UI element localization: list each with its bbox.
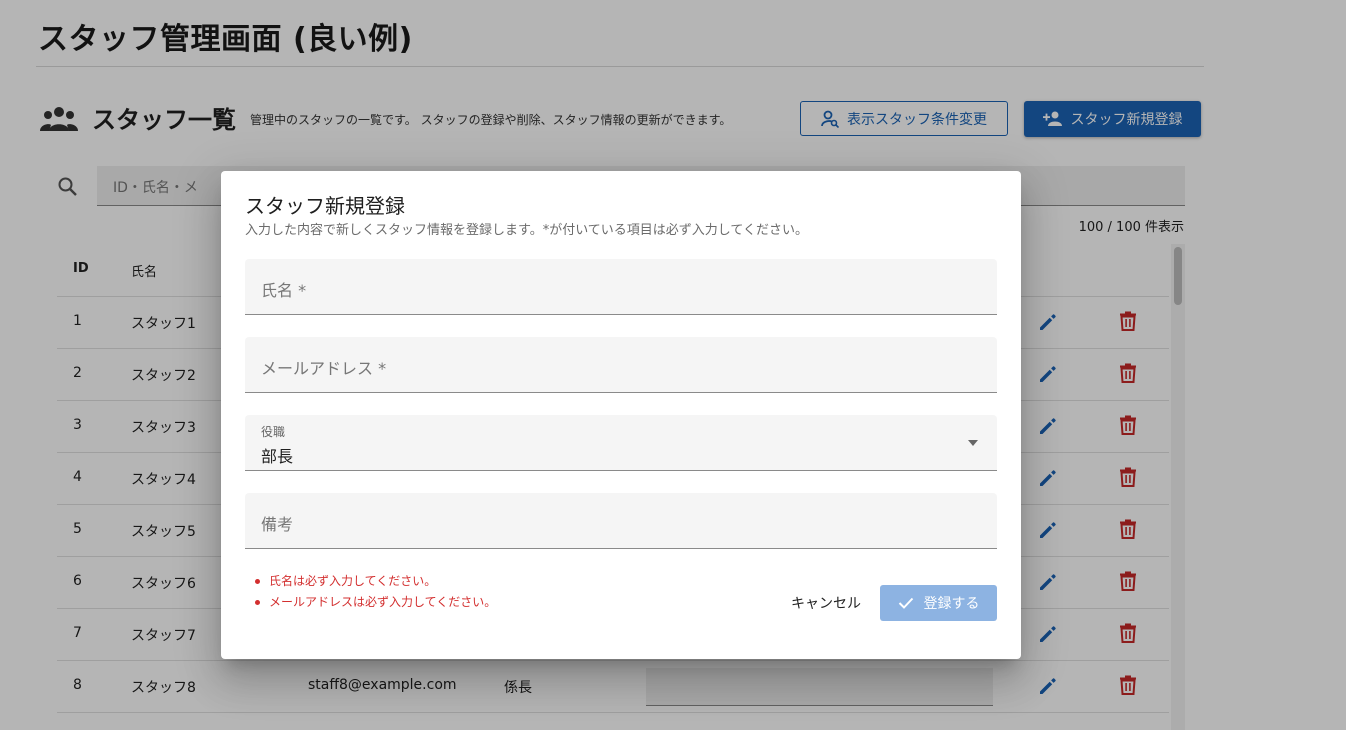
- email-field[interactable]: メールアドレス *: [245, 337, 997, 393]
- error-message: メールアドレスは必ず入力してください。: [255, 592, 496, 613]
- check-icon: [898, 597, 913, 609]
- error-list: 氏名は必ず入力してください。 メールアドレスは必ず入力してください。: [255, 571, 496, 613]
- note-field-label: 備考: [261, 515, 294, 534]
- note-field[interactable]: 備考: [245, 493, 997, 549]
- caret-down-icon: [968, 440, 978, 446]
- staff-management-page: スタッフ管理画面 (良い例) スタッフ一覧 管理中のスタッフの一覧です。 スタッ…: [0, 0, 1346, 730]
- role-select[interactable]: 役職 部長: [245, 415, 997, 471]
- role-select-value: 部長: [261, 447, 294, 466]
- name-field[interactable]: 氏名 *: [245, 259, 997, 315]
- add-staff-dialog: スタッフ新規登録 入力した内容で新しくスタッフ情報を登録します。*が付いている項…: [221, 171, 1021, 659]
- dialog-description: 入力した内容で新しくスタッフ情報を登録します。*が付いている項目は必ず入力してく…: [245, 223, 809, 238]
- cancel-button[interactable]: キャンセル: [781, 585, 871, 621]
- email-field-label: メールアドレス *: [261, 359, 387, 378]
- name-field-label: 氏名 *: [261, 281, 307, 300]
- error-message: 氏名は必ず入力してください。: [255, 571, 496, 592]
- submit-button[interactable]: 登録する: [880, 585, 997, 621]
- submit-label: 登録する: [923, 596, 980, 612]
- role-select-label: 役職: [261, 425, 286, 439]
- dialog-title: スタッフ新規登録: [245, 194, 405, 218]
